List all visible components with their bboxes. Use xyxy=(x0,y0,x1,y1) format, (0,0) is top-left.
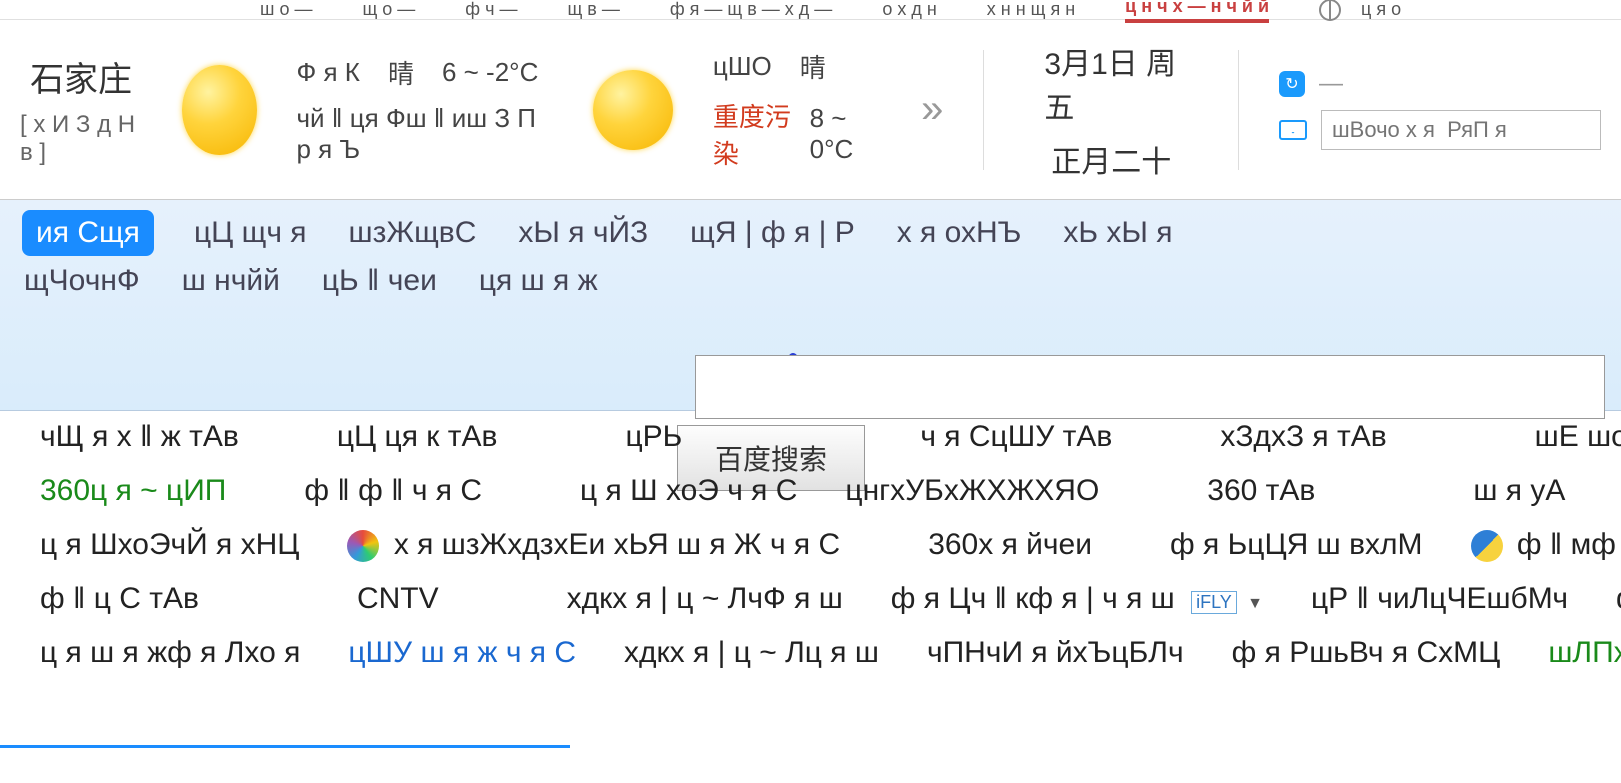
tab-11[interactable]: ця ш я ж xyxy=(479,264,598,298)
tab-5[interactable]: щЯ | ф я | Р xyxy=(690,216,855,250)
info-bar: 石家庄 [ х И З д Н в ] Ф я К 晴 6 ~ -2°C чй … xyxy=(0,20,1621,200)
weather-tomorrow-pollution: 重度污染 xyxy=(713,97,798,171)
link-row-5: ц я ш я жф я Лхо я цШУ ш я ж ч я С хдкх … xyxy=(40,636,1621,670)
link-grid: чЩ я х ‖ ж тАв цЦ ця к тАв цРЬ ч я СцШУ … xyxy=(40,420,1621,670)
tab-1[interactable]: ия Сщя xyxy=(24,212,152,254)
link-blue[interactable]: цШУ ш я ж ч я С xyxy=(348,636,576,670)
mail-input[interactable] xyxy=(1321,110,1601,150)
search-input[interactable] xyxy=(695,355,1605,419)
link-with-icon[interactable]: х я шзЖхдзхЕи хЬЯ ш я Ж ч я С xyxy=(347,528,840,562)
link[interactable]: 360х я йчеи xyxy=(928,528,1092,562)
link[interactable]: ш я уА xyxy=(1473,474,1565,508)
link[interactable]: ф ‖ ц С тАв xyxy=(40,582,199,616)
weather-today-temp: 6 ~ -2°C xyxy=(442,57,538,88)
date-block[interactable]: 3月1日 周五 正月二十 xyxy=(983,50,1239,170)
update-text: — xyxy=(1319,70,1343,98)
link[interactable]: хдкх я | ц ~ Лц я ш xyxy=(624,636,879,670)
weather-tomorrow-temp: 8 ~ 0°C xyxy=(810,103,882,165)
link[interactable]: шЕ шо xyxy=(1535,420,1621,454)
top-menu-bar: ш о — щ о — ф ч — щ в — ф я — щ в — х д … xyxy=(0,0,1621,20)
link-green[interactable]: шЛПхоБ xyxy=(1548,636,1621,670)
link[interactable]: цРЬ xyxy=(625,420,682,454)
link[interactable]: цнгхУБхЖХЖХЯО xyxy=(845,474,1099,508)
link[interactable]: чЩ я х ‖ ж тАв xyxy=(40,420,239,454)
top-menu-item-2[interactable]: щ о — xyxy=(362,0,415,20)
ifly-dropdown-icon[interactable]: ▼ xyxy=(1247,595,1263,612)
link[interactable]: ц я Ш хоЭ ч я С xyxy=(580,474,797,508)
top-menu-item-1[interactable]: ш о — xyxy=(260,0,312,20)
link[interactable]: ф ‖ ф ‖ ч я С xyxy=(304,474,482,508)
link-with-icon[interactable]: ф ‖ мф я xyxy=(1471,528,1621,562)
weather-today-cond: 晴 xyxy=(388,54,414,91)
tab-3[interactable]: шзЖщвС xyxy=(349,216,477,250)
mail-block: ↻ — xyxy=(1279,70,1601,150)
tab-8[interactable]: щЧочнФ xyxy=(24,264,140,298)
date-main: 3月1日 周五 xyxy=(1044,39,1178,127)
mail-icon[interactable] xyxy=(1279,120,1307,140)
link[interactable]: CNTV xyxy=(357,582,439,616)
tab-2[interactable]: цЦ щч я xyxy=(194,216,307,250)
date-sub: 正月二十 xyxy=(1051,137,1171,181)
link-label: ф ‖ мф я xyxy=(1517,528,1621,561)
top-menu-item-5[interactable]: ф я — щ в — х д — xyxy=(670,0,832,20)
tab-7[interactable]: хЬ хЫ я xyxy=(1063,216,1172,250)
link[interactable]: ф я нхЕ | ц xyxy=(1616,582,1621,616)
bottom-highlight-rule xyxy=(0,745,570,748)
link[interactable]: ц я ШхоЭчЙ я хНЦ xyxy=(40,528,299,562)
tab-9[interactable]: ш нчйй xyxy=(182,264,280,298)
link[interactable]: цЦ ця к тАв xyxy=(337,420,498,454)
link[interactable]: ф я ЬцЦЯ ш вхлМ xyxy=(1170,528,1423,562)
tab-6[interactable]: х я охНЪ xyxy=(897,216,1022,250)
link[interactable]: чПНчИ я йхЪцБЛч xyxy=(927,636,1184,670)
tab-10[interactable]: цЬ ‖ чеи xyxy=(322,264,437,298)
link-green[interactable]: 360ц я ~ цИП xyxy=(40,474,226,508)
city-sub: [ х И З д Н в ] xyxy=(20,111,142,167)
city-block[interactable]: 石家庄 [ х И З д Н в ] xyxy=(20,52,142,167)
search-container: 百度搜索 xyxy=(695,355,1605,419)
weather-today: Ф я К 晴 6 ~ -2°C чй ‖ ця Фш ‖ иш З П р я… xyxy=(297,54,553,165)
top-menu-right-label[interactable]: ц я о xyxy=(1361,0,1401,20)
link-with-badge[interactable]: ф я Цч ‖ кф я | ч я ш iFLY ▼ xyxy=(891,582,1263,616)
link[interactable]: ч я СцШУ тАв xyxy=(920,420,1112,454)
top-menu-item-3[interactable]: ф ч — xyxy=(465,0,517,20)
link-row-2: 360ц я ~ цИП ф ‖ ф ‖ ч я С ц я Ш хоЭ ч я… xyxy=(40,474,1621,508)
rainbow-icon xyxy=(347,530,379,562)
globe-icon[interactable] xyxy=(1319,0,1341,21)
weather-tomorrow: цШО 晴 重度污染 8 ~ 0°C xyxy=(713,48,881,171)
link[interactable]: 360 тАв xyxy=(1207,474,1315,508)
city-name: 石家庄 xyxy=(30,52,132,101)
more-chevron-icon[interactable]: » xyxy=(921,87,943,132)
weather-today-wind: чй ‖ ця Фш ‖ иш З П р я Ъ xyxy=(297,103,553,165)
ifly-badge[interactable]: iFLY xyxy=(1191,591,1237,614)
shield-icon xyxy=(1471,530,1503,562)
weather-tomorrow-day: цШО xyxy=(713,51,772,82)
link[interactable]: хдкх я | ц ~ ЛчФ я ш xyxy=(567,582,843,616)
top-menu-item-6[interactable]: о х д н xyxy=(882,0,936,20)
sun-icon-tomorrow xyxy=(593,70,673,150)
update-icon[interactable]: ↻ xyxy=(1279,71,1305,97)
weather-tomorrow-cond: 晴 xyxy=(800,48,826,85)
top-menu-item-4[interactable]: щ в — xyxy=(567,0,619,20)
weather-today-day: Ф я К xyxy=(297,57,360,88)
link-row-4: ф ‖ ц С тАв CNTV хдкх я | ц ~ ЛчФ я ш ф … xyxy=(40,582,1621,616)
link-label: ф я Цч ‖ кф я | ч я ш xyxy=(891,582,1175,615)
link[interactable]: ц я ш я жф я Лхо я xyxy=(40,636,300,670)
link-label: х я шзЖхдзхЕи хЬЯ ш я Ж ч я С xyxy=(394,528,840,561)
tab-4[interactable]: хЫ я чЙЗ xyxy=(518,216,648,250)
link[interactable]: ф я РшьВч я СхМЦ xyxy=(1232,636,1501,670)
sun-icon-today xyxy=(182,65,256,155)
link-row-3: ц я ШхоЭчЙ я хНЦ х я шзЖхдзхЕи хЬЯ ш я Ж… xyxy=(40,528,1621,562)
link-row-1: чЩ я х ‖ ж тАв цЦ ця к тАв цРЬ ч я СцШУ … xyxy=(40,420,1621,454)
top-menu-item-7[interactable]: х н н щ я н xyxy=(987,0,1075,20)
link[interactable]: хЗдхЗ я тАв xyxy=(1220,420,1386,454)
top-menu-item-active[interactable]: ц н ч х — н ч й й xyxy=(1125,0,1269,23)
link[interactable]: цР ‖ чиЛцЧЕшбМч xyxy=(1311,582,1568,616)
